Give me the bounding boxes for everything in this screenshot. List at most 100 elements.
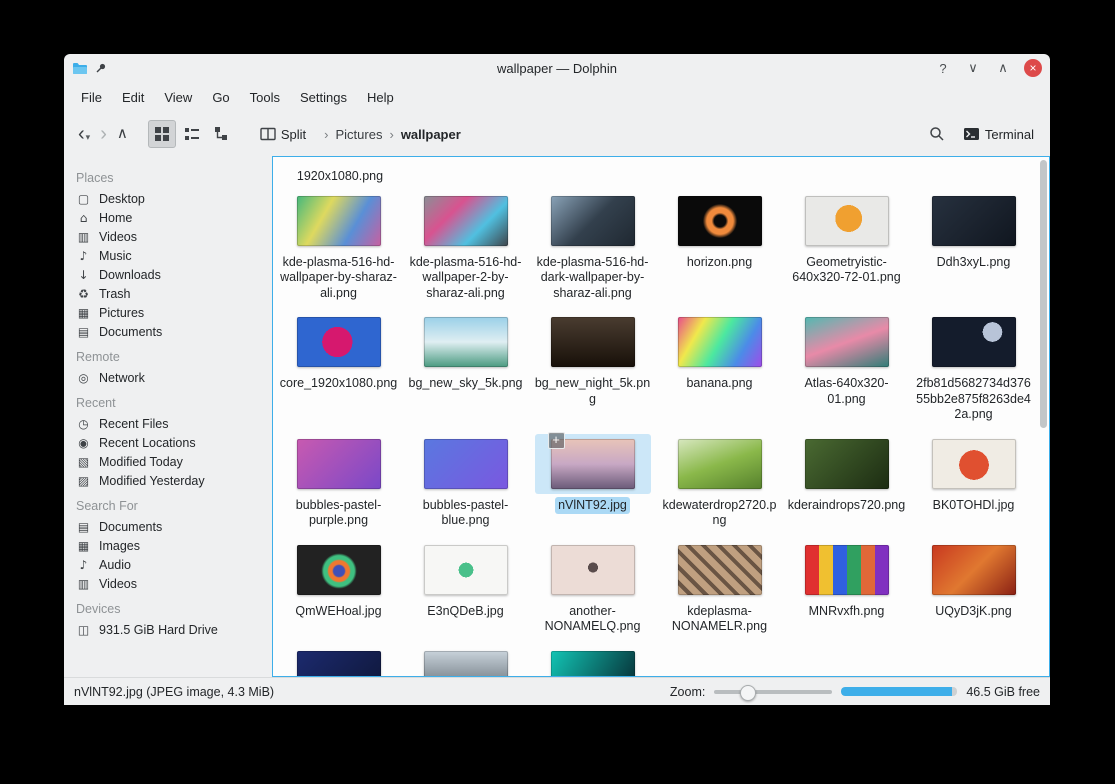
file-horizon-png[interactable]: horizon.png — [658, 188, 782, 310]
file-atlas-640x320-01-png[interactable]: Atlas-640x320-01.png — [785, 309, 909, 431]
minimize-button[interactable]: ∨ — [964, 59, 982, 77]
thumbnail — [916, 540, 1032, 600]
sidebar-section-search-for: Search For — [76, 499, 268, 513]
file-name: QmWEHoal.jpg — [292, 603, 384, 621]
sidebar-item-videos[interactable]: ▥Videos — [74, 227, 268, 246]
file-bg-new-sky-5k-png[interactable]: bg_new_sky_5k.png — [404, 309, 528, 431]
sidebar-item-audio[interactable]: ♪Audio — [74, 555, 268, 574]
close-button[interactable]: × — [1024, 59, 1042, 77]
file-unnamed[interactable] — [531, 643, 655, 677]
folder-view[interactable]: 1920x1080.pngkde-plasma-516-hd-wallpaper… — [272, 156, 1050, 677]
zoom-slider-track[interactable] — [714, 690, 832, 694]
details-view-button[interactable] — [178, 120, 206, 148]
folder-icon — [72, 62, 88, 75]
sidebar-item-desktop[interactable]: ▢Desktop — [74, 189, 268, 208]
breadcrumb: ›Pictures›wallpaper — [324, 127, 461, 142]
thumbnail — [281, 312, 397, 372]
sidebar-item-network[interactable]: ◎Network — [74, 368, 268, 387]
sidebar-item-label: Modified Today — [99, 455, 183, 469]
menu-edit[interactable]: Edit — [113, 86, 153, 109]
file-core-1920x1080-png[interactable]: core_1920x1080.png — [277, 309, 401, 431]
file-geometryistic-640x320-72-01-png[interactable]: Geometryistic-640x320-72-01.png — [785, 188, 909, 310]
file-banana-png[interactable]: banana.png — [658, 309, 782, 431]
menu-tools[interactable]: Tools — [241, 86, 289, 109]
menu-go[interactable]: Go — [203, 86, 238, 109]
zoom-slider[interactable] — [714, 683, 832, 701]
file-kde-plasma-516-hd-wallpaper-by-sharaz-ali-png[interactable]: kde-plasma-516-hd-wallpaper-by-sharaz-al… — [277, 188, 401, 310]
sidebar-item-label: Trash — [99, 287, 131, 301]
file-mnrvxfh-png[interactable]: MNRvxfh.png — [785, 537, 909, 643]
sidebar-item-videos[interactable]: ▥Videos — [74, 574, 268, 593]
tree-view-icon — [214, 126, 230, 142]
file-uqyd3jk-png[interactable]: UQyD3jK.png — [912, 537, 1036, 643]
sidebar-item-downloads[interactable]: ↓Downloads — [74, 265, 268, 284]
selection-toggle-icon[interactable]: + — [548, 432, 565, 449]
sidebar-item-recent-locations[interactable]: ◉Recent Locations — [74, 433, 268, 452]
file-e3nqdeb-jpg[interactable]: E3nQDeB.jpg — [404, 537, 528, 643]
help-button[interactable]: ? — [934, 59, 952, 77]
file-name: MNRvxfh.png — [806, 603, 888, 621]
icons-view-button[interactable] — [148, 120, 176, 148]
breadcrumb-wallpaper[interactable]: wallpaper — [401, 127, 461, 142]
file-another-nonamelq-png[interactable]: another-NONAMELQ.png — [531, 537, 655, 643]
file-qmwehoal-jpg[interactable]: QmWEHoal.jpg — [277, 537, 401, 643]
thumbnail-image — [551, 545, 635, 595]
sidebar-item-images[interactable]: ▦Images — [74, 536, 268, 555]
menu-help[interactable]: Help — [358, 86, 403, 109]
breadcrumb-pictures[interactable]: Pictures — [336, 127, 383, 142]
pin-icon[interactable] — [95, 62, 107, 74]
sidebar-item-music[interactable]: ♪Music — [74, 246, 268, 265]
file-unnamed[interactable] — [277, 643, 401, 677]
sidebar-item-modified-today[interactable]: ▧Modified Today — [74, 452, 268, 471]
file-bubbles-pastel-purple-png[interactable]: bubbles-pastel-purple.png — [277, 431, 401, 537]
menu-settings[interactable]: Settings — [291, 86, 356, 109]
sidebar-item-documents[interactable]: ▤Documents — [74, 517, 268, 536]
view-mode-buttons — [148, 120, 236, 148]
sidebar-item-documents[interactable]: ▤Documents — [74, 322, 268, 341]
details-view-icon — [184, 126, 200, 142]
sidebar-item-pictures[interactable]: ▦Pictures — [74, 303, 268, 322]
thumbnail-image — [297, 439, 381, 489]
file-bg-new-night-5k-png[interactable]: bg_new_night_5k.png — [531, 309, 655, 431]
sidebar-item-931-5-gib-hard-drive[interactable]: ◫931.5 GiB Hard Drive — [74, 620, 268, 639]
split-button[interactable]: Split — [254, 121, 312, 148]
thumbnail-image — [805, 545, 889, 595]
file-2fb81d5682734d37655bb2e875f8263de42a-png[interactable]: 2fb81d5682734d37655bb2e875f8263de42a.png — [912, 309, 1036, 431]
file-name: bg_new_night_5k.png — [531, 375, 655, 408]
sidebar-item-home[interactable]: ⌂Home — [74, 208, 268, 227]
sidebar-item-recent-files[interactable]: ◷Recent Files — [74, 414, 268, 433]
sidebar-item-trash[interactable]: ♻Trash — [74, 284, 268, 303]
maximize-button[interactable]: ∧ — [994, 59, 1012, 77]
file-kde-plasma-516-hd-dark-wallpaper-by-sharaz-ali-png[interactable]: kde-plasma-516-hd-dark-wallpaper-by-shar… — [531, 188, 655, 310]
titlebar[interactable]: wallpaper — Dolphin ?∨∧× — [64, 54, 1050, 82]
file-1920x1080-png[interactable]: 1920x1080.png — [275, 161, 405, 188]
sidebar-item-modified-yesterday[interactable]: ▨Modified Yesterday — [74, 471, 268, 490]
file-bubbles-pastel-blue-png[interactable]: bubbles-pastel-blue.png — [404, 431, 528, 537]
scrollbar-thumb[interactable] — [1040, 160, 1047, 428]
back-button[interactable]: ‹ ▾ — [74, 123, 94, 145]
thumbnail — [281, 646, 397, 677]
search-button[interactable] — [923, 120, 951, 148]
file-name: nVlNT92.jpg — [555, 497, 630, 515]
thumbnail-image — [932, 317, 1016, 367]
file-kderaindrops720-png[interactable]: kderaindrops720.png — [785, 431, 909, 537]
back-history-caret-icon[interactable]: ▾ — [86, 132, 91, 143]
file-name: kde-plasma-516-hd-wallpaper-2-by-sharaz-… — [404, 254, 528, 303]
tree-view-button[interactable] — [208, 120, 236, 148]
zoom-slider-handle[interactable] — [740, 685, 756, 701]
file-ddh3xyl-png[interactable]: Ddh3xyL.png — [912, 188, 1036, 310]
sidebar-item-label: Home — [99, 211, 132, 225]
up-button[interactable]: ∧ — [113, 123, 132, 145]
terminal-button[interactable]: Terminal — [957, 121, 1040, 148]
menu-view[interactable]: View — [155, 86, 201, 109]
menu-file[interactable]: File — [72, 86, 111, 109]
forward-button[interactable]: › — [96, 123, 111, 145]
file-nvlnt92-jpg[interactable]: + nVlNT92.jpg — [531, 431, 655, 537]
file-kdeplasma-nonamelr-png[interactable]: kdeplasma-NONAMELR.png — [658, 537, 782, 643]
thumbnail-image — [551, 196, 635, 246]
file-bk0tohdl-jpg[interactable]: BK0TOHDl.jpg — [912, 431, 1036, 537]
file-kdewaterdrop2720-png[interactable]: kdewaterdrop2720.png — [658, 431, 782, 537]
vertical-scrollbar[interactable] — [1039, 157, 1049, 676]
file-unnamed[interactable] — [404, 643, 528, 677]
file-kde-plasma-516-hd-wallpaper-2-by-sharaz-ali-png[interactable]: kde-plasma-516-hd-wallpaper-2-by-sharaz-… — [404, 188, 528, 310]
